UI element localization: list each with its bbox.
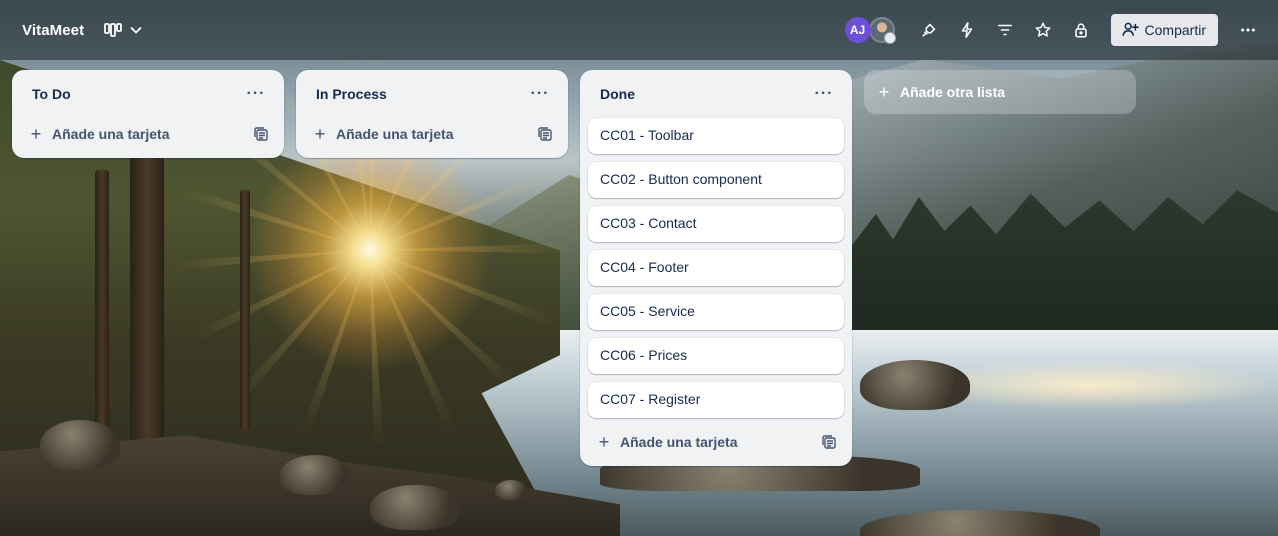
card-template-icon[interactable]	[538, 127, 552, 141]
admin-badge-icon	[883, 32, 896, 44]
plus-icon: +	[30, 124, 42, 144]
list-title[interactable]: To Do	[32, 86, 71, 102]
plus-icon: +	[878, 82, 890, 102]
rock	[280, 455, 350, 495]
list-menu-icon[interactable]: ···	[810, 80, 838, 108]
list-title[interactable]: In Process	[316, 86, 387, 102]
add-card-button[interactable]: + Añade una tarjeta	[588, 426, 844, 458]
lock-icon[interactable]	[1065, 14, 1097, 46]
list-menu-icon[interactable]: ···	[242, 80, 270, 108]
list-to-do: To Do ··· + Añade una tarjeta	[12, 70, 284, 158]
avatar-photo[interactable]	[868, 17, 896, 44]
add-card-left: + Añade una tarjeta	[28, 124, 170, 144]
list-menu-icon[interactable]: ···	[526, 80, 554, 108]
star-icon[interactable]	[1027, 14, 1059, 46]
list-title[interactable]: Done	[600, 86, 635, 102]
share-button-label: Compartir	[1144, 22, 1206, 38]
rock	[40, 420, 120, 470]
avatar[interactable]: AJ	[844, 17, 871, 43]
rock	[495, 480, 527, 500]
list-header: To Do ···	[20, 70, 276, 118]
chevron-down-icon	[130, 26, 142, 34]
sun	[250, 130, 490, 370]
card[interactable]: CC02 - Button component	[588, 162, 844, 198]
board-header: VitaMeet AJ Compartir	[0, 0, 1278, 60]
board-view-icon	[104, 23, 123, 37]
plus-icon: +	[314, 124, 326, 144]
plus-icon: +	[598, 432, 610, 452]
add-card-label: Añade una tarjeta	[52, 126, 170, 142]
add-card-button[interactable]: + Añade una tarjeta	[304, 118, 560, 150]
rock	[370, 485, 460, 530]
add-card-left: + Añade una tarjeta	[596, 432, 738, 452]
card[interactable]: CC06 - Prices	[588, 338, 844, 374]
card[interactable]: CC07 - Register	[588, 382, 844, 418]
add-card-label: Añade una tarjeta	[336, 126, 454, 142]
tree-trunk	[240, 190, 250, 430]
board-title[interactable]: VitaMeet	[22, 22, 84, 39]
add-card-left: + Añade una tarjeta	[312, 124, 454, 144]
rock	[860, 360, 970, 410]
add-list-button[interactable]: + Añade otra lista	[864, 70, 1136, 114]
header-actions: AJ Compartir	[844, 14, 1264, 46]
add-card-label: Añade una tarjeta	[620, 434, 738, 450]
more-icon[interactable]	[1232, 14, 1264, 46]
board-view-switcher[interactable]	[98, 15, 148, 45]
list-done: Done ··· CC01 - Toolbar CC02 - Button co…	[580, 70, 852, 466]
add-list-label: Añade otra lista	[900, 84, 1006, 100]
list-in-process: In Process ··· + Añade una tarjeta	[296, 70, 568, 158]
list-header: In Process ···	[304, 70, 560, 118]
list-header: Done ···	[588, 70, 844, 118]
automation-icon[interactable]	[951, 14, 983, 46]
card[interactable]: CC03 - Contact	[588, 206, 844, 242]
card-template-icon[interactable]	[822, 435, 836, 449]
power-ups-icon[interactable]	[913, 14, 945, 46]
card[interactable]: CC05 - Service	[588, 294, 844, 330]
add-card-button[interactable]: + Añade una tarjeta	[20, 118, 276, 150]
filter-icon[interactable]	[989, 14, 1021, 46]
card-template-icon[interactable]	[254, 127, 268, 141]
add-person-icon	[1121, 20, 1139, 41]
card[interactable]: CC04 - Footer	[588, 250, 844, 286]
card[interactable]: CC01 - Toolbar	[588, 118, 844, 154]
share-button[interactable]: Compartir	[1110, 14, 1218, 46]
